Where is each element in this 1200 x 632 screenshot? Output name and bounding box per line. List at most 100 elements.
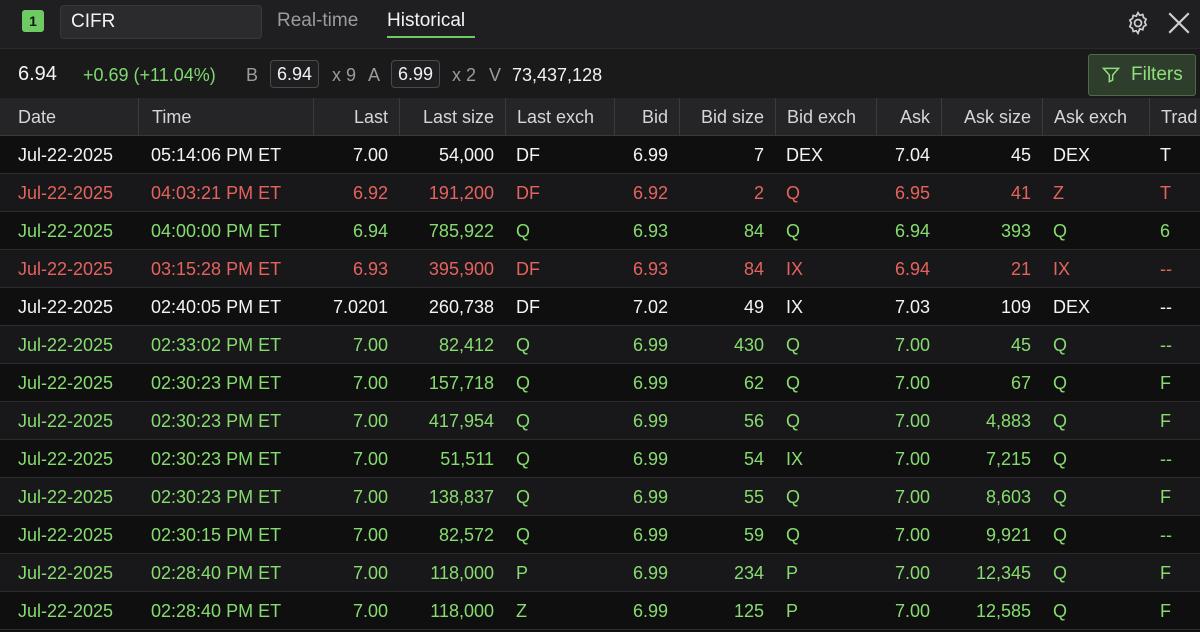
cell-bid-size: 2 bbox=[753, 183, 764, 203]
table-row[interactable]: Jul-22-2025 02:28:40 PM ET 7.00 118,000 P 6.9… bbox=[0, 554, 1200, 592]
cell-bid-exch: P bbox=[786, 601, 799, 621]
cell-date: Jul-22-2025 bbox=[18, 335, 114, 355]
cell-bid-exch: DEX bbox=[786, 145, 824, 165]
cell-ask: 7.00 bbox=[894, 563, 930, 583]
cell-bid-exch: Q bbox=[786, 221, 801, 241]
cell-last-size: 82,572 bbox=[438, 525, 494, 545]
cell-bid-exch: IX bbox=[786, 297, 804, 317]
column-header-ask-exch[interactable]: Ask exch bbox=[1042, 98, 1149, 136]
cell-bid: 6.99 bbox=[632, 525, 668, 545]
cell-bid-size: 54 bbox=[743, 449, 764, 469]
cell-date: Jul-22-2025 bbox=[18, 297, 114, 317]
cell-trade-cond: -- bbox=[1160, 525, 1172, 545]
window-number-badge[interactable]: 1 bbox=[22, 10, 44, 32]
title-bar: 1 CIFR Real-time Historical bbox=[0, 0, 1200, 48]
cell-bid-size: 62 bbox=[743, 373, 764, 393]
cell-last-size: 82,412 bbox=[438, 335, 494, 355]
cell-trade-cond: F bbox=[1160, 373, 1171, 393]
cell-ask-size: 12,585 bbox=[975, 601, 1031, 621]
cell-bid-exch: Q bbox=[786, 525, 801, 545]
column-header-ask-size[interactable]: Ask size bbox=[941, 98, 1042, 136]
cell-last: 7.0201 bbox=[332, 297, 388, 317]
table-row[interactable]: Jul-22-2025 02:30:15 PM ET 7.00 82,572 Q 6.99… bbox=[0, 516, 1200, 554]
ask-price-box: 6.99 bbox=[391, 60, 441, 88]
cell-last-size: 395,900 bbox=[428, 259, 494, 279]
column-header-trade-cond[interactable]: Trad bbox=[1149, 98, 1200, 136]
cell-bid-size: 55 bbox=[743, 487, 764, 507]
settings-gear-icon[interactable] bbox=[1125, 10, 1151, 36]
column-header-bid-size[interactable]: Bid size bbox=[679, 98, 775, 136]
table-row[interactable]: Jul-22-2025 02:33:02 PM ET 7.00 82,412 Q 6.99… bbox=[0, 326, 1200, 364]
cell-bid-size: 430 bbox=[733, 335, 764, 355]
cell-ask-size: 45 bbox=[1010, 335, 1031, 355]
column-header-date[interactable]: Date bbox=[0, 98, 138, 136]
ask-label: A bbox=[368, 65, 381, 85]
cell-bid: 6.99 bbox=[632, 563, 668, 583]
cell-trade-cond: T bbox=[1160, 145, 1171, 165]
cell-last-exch: DF bbox=[516, 259, 540, 279]
cell-last: 7.00 bbox=[352, 449, 388, 469]
cell-last: 7.00 bbox=[352, 335, 388, 355]
table-row[interactable]: Jul-22-2025 05:14:06 PM ET 7.00 54,000 DF 6.9… bbox=[0, 136, 1200, 174]
cell-last: 7.00 bbox=[352, 601, 388, 621]
cell-trade-cond: F bbox=[1160, 563, 1171, 583]
table-row[interactable]: Jul-22-2025 02:28:40 PM ET 7.00 118,000 Z 6.9… bbox=[0, 592, 1200, 630]
table-row[interactable]: Jul-22-2025 03:15:28 PM ET 6.93 395,900 DF 6.… bbox=[0, 250, 1200, 288]
cell-ask-size: 9,921 bbox=[985, 525, 1031, 545]
cell-bid: 7.02 bbox=[632, 297, 668, 317]
table-row[interactable]: Jul-22-2025 02:30:23 PM ET 7.00 157,718 Q 6.9… bbox=[0, 364, 1200, 402]
cell-bid-exch: Q bbox=[786, 373, 801, 393]
cell-ask: 7.00 bbox=[894, 487, 930, 507]
column-header-time[interactable]: Time bbox=[138, 98, 313, 136]
cell-last: 7.00 bbox=[352, 145, 388, 165]
cell-trade-cond: -- bbox=[1160, 259, 1172, 279]
table-row[interactable]: Jul-22-2025 02:30:23 PM ET 7.00 417,954 Q 6.9… bbox=[0, 402, 1200, 440]
cell-trade-cond: -- bbox=[1160, 297, 1172, 317]
tab-real-time[interactable]: Real-time bbox=[277, 10, 358, 32]
cell-ask-exch: Z bbox=[1053, 183, 1064, 203]
cell-ask-exch: Q bbox=[1053, 563, 1068, 583]
column-header-ask[interactable]: Ask bbox=[876, 98, 941, 136]
table-row[interactable]: Jul-22-2025 02:30:23 PM ET 7.00 51,511 Q 6.99… bbox=[0, 440, 1200, 478]
table-row[interactable]: Jul-22-2025 02:30:23 PM ET 7.00 138,837 Q 6.9… bbox=[0, 478, 1200, 516]
cell-date: Jul-22-2025 bbox=[18, 449, 114, 469]
column-header-last[interactable]: Last bbox=[313, 98, 399, 136]
filters-button[interactable]: Filters bbox=[1088, 54, 1196, 96]
cell-bid: 6.99 bbox=[632, 601, 668, 621]
ask-size: x 2 bbox=[452, 65, 477, 85]
cell-ask-exch: Q bbox=[1053, 335, 1068, 355]
cell-trade-cond: F bbox=[1160, 601, 1171, 621]
symbol-input[interactable]: CIFR bbox=[60, 5, 262, 39]
bid-label: B bbox=[246, 65, 259, 85]
cell-date: Jul-22-2025 bbox=[18, 259, 114, 279]
table-row[interactable]: Jul-22-2025 04:03:21 PM ET 6.92 191,200 DF 6.… bbox=[0, 174, 1200, 212]
cell-ask-size: 12,345 bbox=[975, 563, 1031, 583]
cell-last: 7.00 bbox=[352, 411, 388, 431]
cell-bid-size: 84 bbox=[743, 259, 764, 279]
column-header-last-size[interactable]: Last size bbox=[399, 98, 505, 136]
tab-historical[interactable]: Historical bbox=[387, 10, 465, 32]
column-header-last-exch[interactable]: Last exch bbox=[505, 98, 614, 136]
cell-ask-exch: Q bbox=[1053, 601, 1068, 621]
cell-time: 03:15:28 PM ET bbox=[151, 259, 282, 279]
cell-last-exch: Q bbox=[516, 449, 531, 469]
cell-trade-cond: F bbox=[1160, 411, 1171, 431]
cell-time: 02:28:40 PM ET bbox=[151, 563, 282, 583]
cell-ask-exch: DEX bbox=[1053, 297, 1091, 317]
funnel-icon bbox=[1101, 67, 1121, 83]
active-tab-indicator bbox=[387, 36, 475, 38]
table-row[interactable]: Jul-22-2025 04:00:00 PM ET 6.94 785,922 Q 6.9… bbox=[0, 212, 1200, 250]
last-price: 6.94 bbox=[18, 63, 57, 85]
volume-value: 73,437,128 bbox=[512, 65, 603, 85]
cell-last-exch: P bbox=[516, 563, 529, 583]
table-row[interactable]: Jul-22-2025 02:40:05 PM ET 7.0201 260,738 DF… bbox=[0, 288, 1200, 326]
cell-ask: 7.03 bbox=[894, 297, 930, 317]
cell-ask-exch: Q bbox=[1053, 411, 1068, 431]
close-icon[interactable] bbox=[1166, 10, 1192, 36]
cell-ask: 7.04 bbox=[894, 145, 930, 165]
cell-last-exch: Q bbox=[516, 525, 531, 545]
cell-ask: 7.00 bbox=[894, 601, 930, 621]
cell-last-size: 51,511 bbox=[440, 449, 494, 469]
column-header-bid-exch[interactable]: Bid exch bbox=[775, 98, 876, 136]
column-header-bid[interactable]: Bid bbox=[614, 98, 679, 136]
